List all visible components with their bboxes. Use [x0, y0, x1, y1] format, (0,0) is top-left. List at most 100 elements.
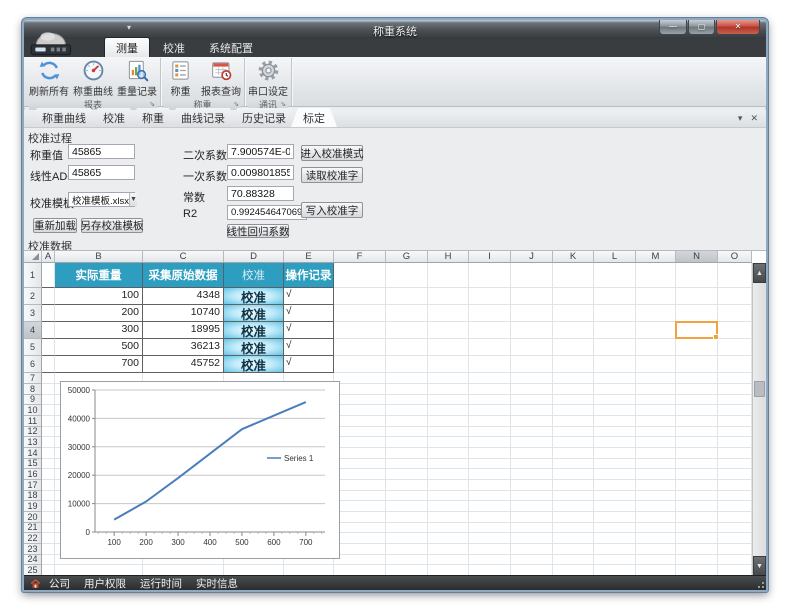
column-header-L[interactable]: L [594, 251, 636, 263]
grid-cell-H13[interactable] [428, 437, 469, 448]
grid-cell-M9[interactable] [636, 395, 676, 406]
grid-cell-H17[interactable] [428, 480, 469, 491]
grid-cell-N3[interactable] [676, 305, 718, 322]
grid-cell-J9[interactable] [511, 395, 553, 406]
grid-cell-B2[interactable]: 100 [55, 288, 143, 305]
grid-cell-A11[interactable] [42, 416, 55, 427]
grid-cell-M15[interactable] [636, 459, 676, 470]
grid-cell-F5[interactable] [334, 339, 386, 356]
calibration-chart[interactable]: 0100002000030000400005000010020030040050… [60, 381, 340, 559]
row-header-5[interactable]: 5 [24, 339, 42, 356]
grid-cell-F12[interactable] [334, 427, 386, 438]
grid-cell-F24[interactable] [334, 555, 386, 566]
grid-cell-K21[interactable] [553, 523, 594, 534]
dialog-launcher-icon[interactable]: ⇘ [280, 101, 286, 109]
grid-cell-O15[interactable] [718, 459, 752, 470]
select-all-corner[interactable] [24, 251, 42, 263]
grid-cell-M12[interactable] [636, 427, 676, 438]
column-header-J[interactable]: J [511, 251, 553, 263]
grid-cell-L15[interactable] [594, 459, 636, 470]
grid-cell-L23[interactable] [594, 544, 636, 555]
grid-cell-K3[interactable] [553, 305, 594, 322]
grid-cell-L4[interactable] [594, 322, 636, 339]
grid-cell-N10[interactable] [676, 405, 718, 416]
quick-access-dropdown-icon[interactable]: ▾ [127, 23, 131, 32]
grid-cell-H7[interactable] [428, 373, 469, 384]
app-scale-icon[interactable] [27, 22, 81, 58]
grid-cell-G14[interactable] [386, 448, 428, 459]
grid-cell-A12[interactable] [42, 427, 55, 438]
grid-cell-M21[interactable] [636, 523, 676, 534]
grid-cell-K24[interactable] [553, 555, 594, 566]
grid-cell-F6[interactable] [334, 356, 386, 373]
minimize-button[interactable]: — [659, 20, 687, 35]
row-header-14[interactable]: 14 [24, 448, 42, 459]
grid-cell-H24[interactable] [428, 555, 469, 566]
grid-cell-L19[interactable] [594, 501, 636, 512]
grid-cell-J12[interactable] [511, 427, 553, 438]
grid-cell-G18[interactable] [386, 491, 428, 502]
grid-cell-C2[interactable]: 4348 [143, 288, 224, 305]
grid-cell-H15[interactable] [428, 459, 469, 470]
dialog-launcher-icon[interactable]: ⇘ [233, 101, 239, 109]
grid-cell-F25[interactable] [334, 565, 386, 575]
grid-cell-F13[interactable] [334, 437, 386, 448]
grid-cell-J19[interactable] [511, 501, 553, 512]
grid-cell-N12[interactable] [676, 427, 718, 438]
ribbon-button-称重[interactable]: 称重 [162, 58, 199, 98]
grid-cell-J22[interactable] [511, 533, 553, 544]
grid-cell-J5[interactable] [511, 339, 553, 356]
linear-regression-button[interactable]: 线性回归系数 [227, 224, 289, 238]
grid-cell-A17[interactable] [42, 480, 55, 491]
grid-cell-A15[interactable] [42, 459, 55, 470]
table-header-E1[interactable]: 操作记录 [284, 263, 334, 288]
grid-cell-A18[interactable] [42, 491, 55, 502]
grid-cell-F18[interactable] [334, 491, 386, 502]
grid-cell-O12[interactable] [718, 427, 752, 438]
scroll-down-icon[interactable]: ▼ [753, 556, 766, 575]
grid-cell-J2[interactable] [511, 288, 553, 305]
column-header-F[interactable]: F [334, 251, 386, 263]
grid-cell-K8[interactable] [553, 384, 594, 395]
write-calibration-word-button[interactable]: 写入校准字 [301, 202, 363, 218]
row-header-7[interactable]: 7 [24, 373, 42, 384]
grid-cell-I23[interactable] [469, 544, 511, 555]
grid-cell-G5[interactable] [386, 339, 428, 356]
grid-cell-N11[interactable] [676, 416, 718, 427]
grid-cell-J18[interactable] [511, 491, 553, 502]
doc-tab-曲线记录[interactable]: 曲线记录 [169, 108, 237, 127]
grid-cell-K13[interactable] [553, 437, 594, 448]
grid-cell-I16[interactable] [469, 469, 511, 480]
grid-cell-M6[interactable] [636, 356, 676, 373]
grid-cell-H1[interactable] [428, 263, 469, 288]
grid-cell-N7[interactable] [676, 373, 718, 384]
row-header-13[interactable]: 13 [24, 437, 42, 448]
row-header-18[interactable]: 18 [24, 491, 42, 502]
grid-cell-M18[interactable] [636, 491, 676, 502]
grid-cell-N8[interactable] [676, 384, 718, 395]
grid-cell-I14[interactable] [469, 448, 511, 459]
row-header-4[interactable]: 4 [24, 322, 42, 339]
grid-cell-I15[interactable] [469, 459, 511, 470]
grid-cell-L8[interactable] [594, 384, 636, 395]
grid-cell-D25[interactable] [224, 565, 284, 575]
grid-cell-H4[interactable] [428, 322, 469, 339]
grid-cell-I7[interactable] [469, 373, 511, 384]
row-header-2[interactable]: 2 [24, 288, 42, 305]
grid-cell-K1[interactable] [553, 263, 594, 288]
grid-cell-A16[interactable] [42, 469, 55, 480]
row-header-25[interactable]: 25 [24, 565, 42, 575]
grid-cell-L11[interactable] [594, 416, 636, 427]
grid-cell-O21[interactable] [718, 523, 752, 534]
grid-cell-B4[interactable]: 300 [55, 322, 143, 339]
grid-cell-I12[interactable] [469, 427, 511, 438]
grid-cell-J11[interactable] [511, 416, 553, 427]
grid-cell-O17[interactable] [718, 480, 752, 491]
doc-tab-称重[interactable]: 称重 [130, 108, 176, 127]
grid-cell-K18[interactable] [553, 491, 594, 502]
scroll-up-icon[interactable]: ▲ [753, 263, 766, 283]
grid-cell-I3[interactable] [469, 305, 511, 322]
grid-cell-K6[interactable] [553, 356, 594, 373]
grid-cell-F21[interactable] [334, 523, 386, 534]
grid-cell-A1[interactable] [42, 263, 55, 288]
